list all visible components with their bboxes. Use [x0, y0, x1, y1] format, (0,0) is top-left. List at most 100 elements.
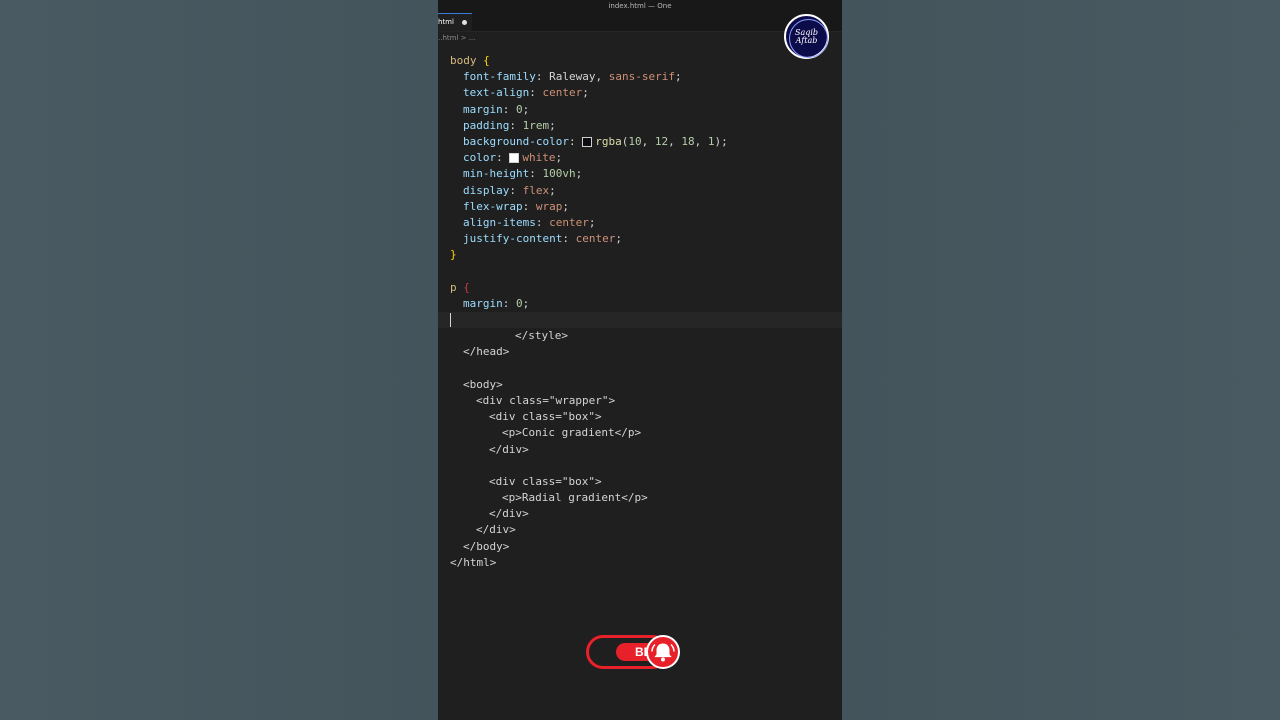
code-line[interactable]: </div> — [438, 506, 842, 522]
code-token: margin — [463, 296, 503, 310]
code-token: <body> — [463, 377, 503, 391]
code-token: Raleway — [549, 70, 596, 84]
code-line[interactable]: <div class="box"> — [438, 409, 842, 425]
code-token: ; — [555, 151, 563, 165]
code-token: ; — [582, 86, 589, 100]
code-token: color — [463, 151, 497, 165]
code-token: p — [450, 280, 464, 294]
code-line[interactable] — [438, 263, 842, 279]
avatar-line2: Aftab — [795, 35, 818, 45]
code-token: min-height — [463, 167, 530, 181]
code-token: class — [522, 474, 556, 488]
code-line[interactable]: text-align: center; — [438, 85, 842, 101]
code-line[interactable] — [438, 458, 842, 474]
code-line[interactable]: <div class="box"> — [438, 474, 842, 490]
code-line[interactable]: color: white; — [438, 150, 842, 166]
code-line[interactable]: <div class="wrapper"> — [438, 393, 842, 409]
code-line[interactable]: flex-wrap: wrap; — [438, 199, 842, 215]
code-token: : — [562, 232, 576, 246]
code-token: 1rem — [522, 118, 550, 132]
code-token: body — [450, 54, 484, 67]
code-token: } — [450, 248, 457, 262]
tab-bar: html — [438, 13, 842, 32]
code-token: : — [529, 86, 543, 100]
code-token: ; — [615, 232, 622, 246]
code-token: , — [595, 70, 609, 84]
code-line[interactable]: align-items: center; — [438, 215, 842, 231]
video-side-left — [0, 0, 438, 720]
code-token: : — [496, 151, 510, 165]
code-token: : — [529, 167, 543, 181]
code-line[interactable]: <body> — [438, 377, 842, 393]
code-line[interactable]: <p>Radial gradient</p> — [438, 490, 842, 506]
code-token: 10 — [628, 134, 642, 148]
code-token: </style> — [515, 329, 568, 343]
code-line[interactable]: <p>Conic gradient</p> — [438, 425, 842, 441]
code-line[interactable]: justify-content: center; — [438, 231, 842, 247]
code-line[interactable]: </style> — [438, 328, 842, 344]
code-token: 12 — [654, 134, 669, 148]
code-line[interactable]: padding: 1rem; — [438, 118, 842, 134]
code-token: </p> — [614, 426, 642, 440]
code-token: 0 — [516, 296, 523, 310]
code-token: text-align — [463, 86, 530, 100]
code-token: </div> — [489, 507, 529, 521]
code-token: , — [668, 134, 682, 148]
code-line[interactable]: min-height: 100vh; — [438, 166, 842, 182]
text-cursor — [450, 313, 451, 327]
code-token: flex-wrap — [463, 199, 523, 213]
code-token: <p> — [502, 491, 522, 505]
code-token: ; — [588, 215, 596, 229]
code-token: ; — [549, 118, 556, 132]
code-line[interactable] — [438, 361, 842, 377]
code-token: : — [502, 102, 516, 116]
subscribe-button[interactable]: BE — [586, 635, 681, 669]
code-line[interactable]: margin: 0; — [438, 102, 842, 118]
code-line[interactable]: background-color: rgba(10, 12, 18, 1); — [438, 134, 842, 150]
code-token: : — [522, 199, 536, 213]
channel-avatar[interactable]: Saqib Aftab — [784, 14, 829, 59]
code-line[interactable]: display: flex; — [438, 183, 842, 199]
code-token: 100vh — [542, 167, 576, 181]
tab-index-html[interactable]: html — [438, 13, 472, 31]
code-token: flex — [522, 183, 550, 197]
code-token: : — [535, 70, 550, 84]
code-area[interactable]: body {font-family: Raleway, sans-serif; t… — [438, 53, 842, 571]
code-line[interactable]: </div> — [438, 522, 842, 538]
code-line[interactable]: font-family: Raleway, sans-serif; — [438, 69, 842, 85]
code-token: , — [694, 134, 708, 148]
code-line[interactable]: </div> — [438, 442, 842, 458]
code-token: : — [509, 183, 523, 197]
code-line[interactable]: p { — [438, 280, 842, 296]
code-token: ="box"> — [555, 474, 602, 488]
code-token: class — [522, 410, 556, 424]
code-line[interactable]: body { — [438, 53, 842, 69]
code-token: justify-content — [463, 232, 563, 246]
code-token: { — [463, 280, 470, 294]
code-token: ; — [674, 70, 682, 84]
code-token: sans-serif — [608, 70, 675, 84]
code-token: ; — [562, 199, 569, 213]
code-line[interactable]: } — [438, 247, 842, 263]
code-token: 0 — [516, 102, 523, 116]
code-token: , — [641, 134, 655, 148]
code-token: : — [509, 118, 523, 132]
code-token: background-color — [463, 134, 569, 148]
code-line[interactable]: </html> — [438, 555, 842, 571]
code-token: ; — [522, 102, 530, 116]
color-swatch-icon[interactable] — [509, 153, 520, 164]
code-editor: index.html — One html ..html > ... body … — [438, 0, 842, 720]
video-side-right — [842, 0, 1280, 720]
code-token: align-items — [463, 215, 536, 229]
code-token: ="wrapper"> — [542, 393, 616, 407]
code-token: center — [542, 86, 583, 100]
code-line[interactable]: </body> — [438, 539, 842, 555]
code-token: ; — [575, 167, 583, 181]
code-line[interactable]: margin: 0; — [438, 296, 842, 312]
code-token: : — [535, 215, 550, 229]
color-swatch-icon[interactable] — [582, 136, 593, 147]
breadcrumb[interactable]: ..html > ... — [438, 32, 842, 44]
code-line[interactable] — [438, 312, 842, 329]
code-token: class — [509, 393, 543, 407]
code-line[interactable]: </head> — [438, 344, 842, 360]
